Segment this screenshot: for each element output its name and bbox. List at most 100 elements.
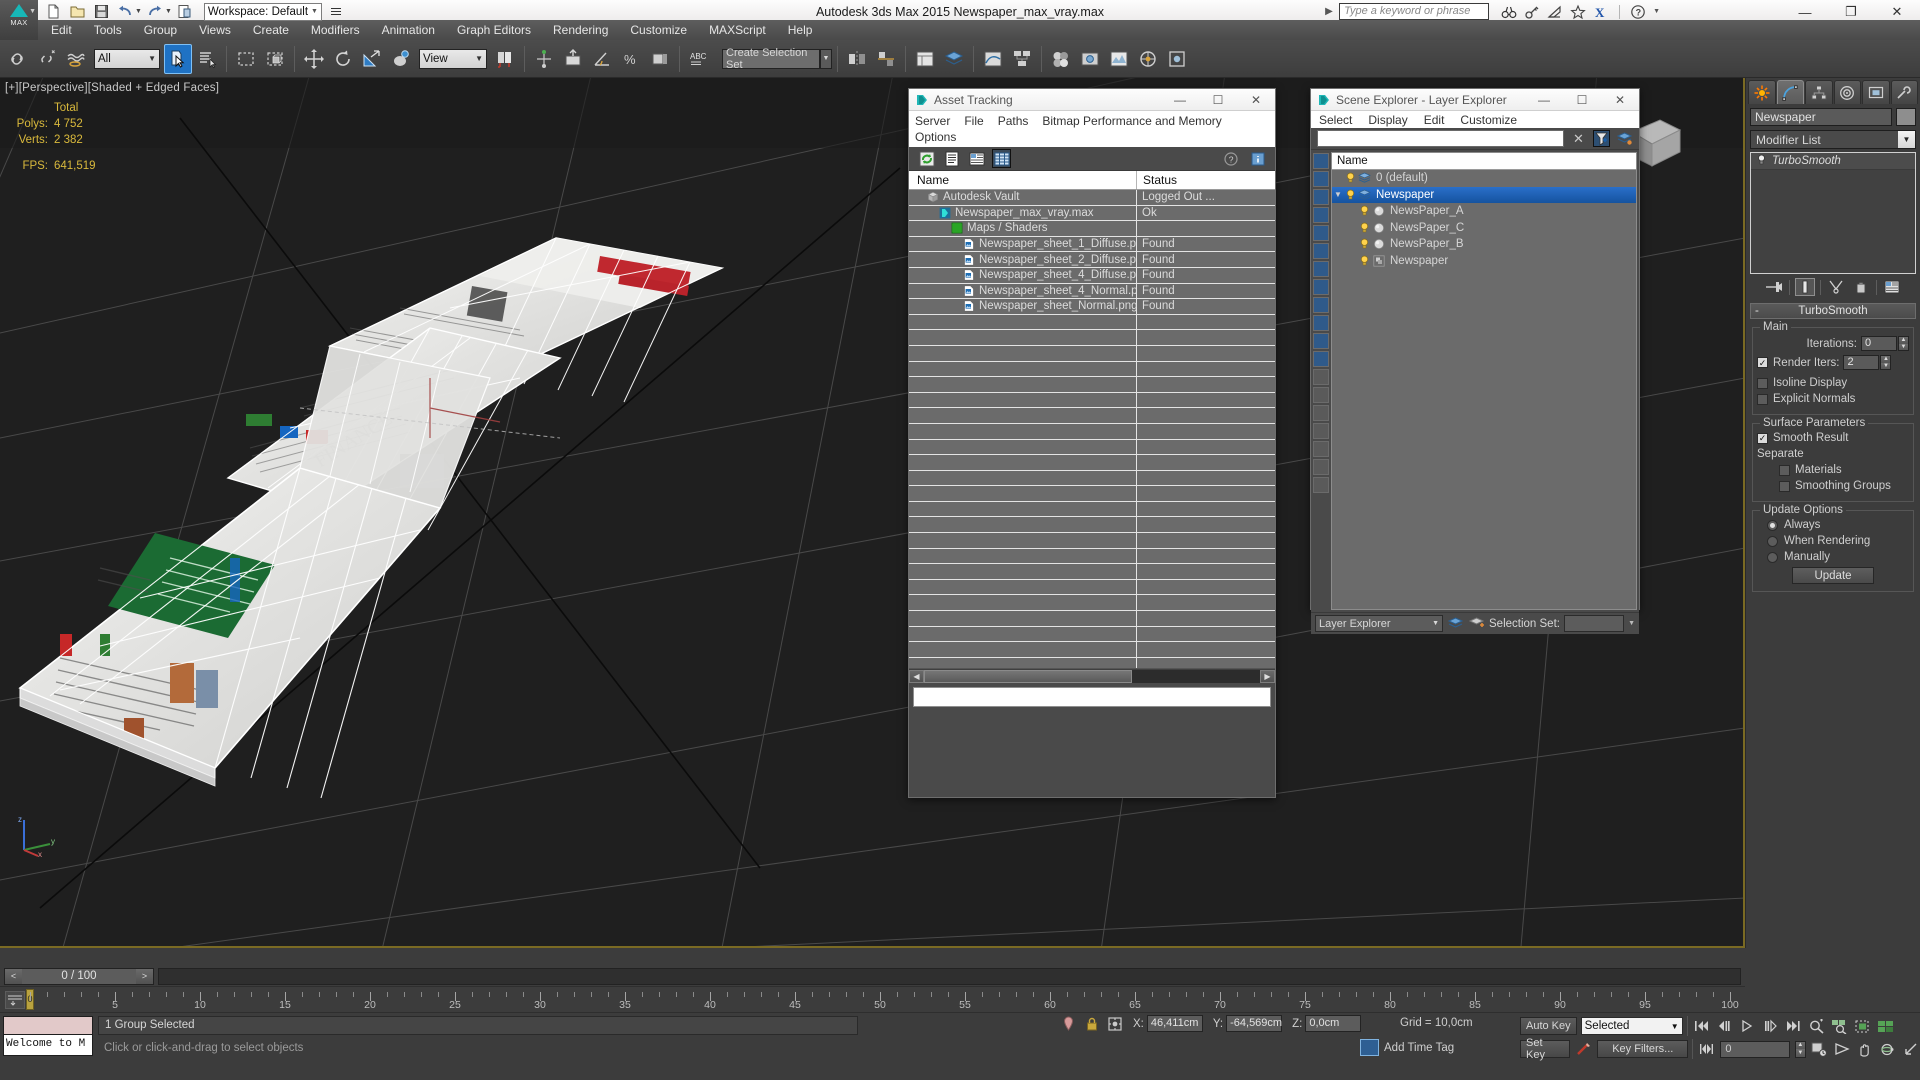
help-icon[interactable]: ?	[1221, 149, 1240, 168]
table-row-empty[interactable]	[909, 564, 1275, 580]
details-icon[interactable]	[967, 149, 986, 168]
satellite-dish-icon[interactable]	[1547, 4, 1563, 20]
menu-group[interactable]: Group	[133, 20, 188, 40]
explicit-normals-checkbox[interactable]	[1757, 393, 1768, 405]
isolate-icon[interactable]	[1313, 459, 1329, 475]
tree-row[interactable]: NewsPaper_A	[1332, 203, 1636, 220]
update-manually-row[interactable]: Manually	[1757, 551, 1909, 563]
time-tag-icon[interactable]	[1360, 1039, 1379, 1056]
spinner-snap-toggle-icon[interactable]	[646, 44, 674, 74]
modify-tab[interactable]	[1776, 80, 1804, 104]
tree-row-selected[interactable]: ▼ Newspaper	[1332, 186, 1636, 203]
use-pivot-point-center-icon[interactable]	[491, 44, 519, 74]
table-row[interactable]: Newspaper_sheet_1_Diffuse.png Found	[909, 236, 1275, 253]
play-icon[interactable]	[1738, 1017, 1757, 1035]
help-icon[interactable]: ?	[1630, 4, 1646, 20]
menu-help[interactable]: Help	[777, 20, 824, 40]
asset-name-cell[interactable]: Newspaper_sheet_4_Normal.png	[909, 283, 1137, 299]
pin-icon[interactable]	[1060, 1015, 1077, 1032]
display-xrefs-icon[interactable]	[1313, 333, 1329, 349]
lightbulb-icon[interactable]	[1358, 255, 1371, 267]
table-row-empty[interactable]	[909, 657, 1275, 668]
help-dropdown-icon[interactable]: ▼	[1653, 8, 1660, 15]
app-menu-dropdown-icon[interactable]: ▼	[29, 8, 36, 15]
key-icon[interactable]	[1524, 4, 1540, 20]
table-row-empty[interactable]	[909, 455, 1275, 471]
maxscript-mini-listener[interactable]: Welcome to M	[3, 1016, 93, 1058]
asset-tracking-hscrollbar[interactable]: ◀ ▶	[909, 668, 1275, 683]
asset-tracking-titlebar[interactable]: Asset Tracking — ☐ ✕	[909, 89, 1275, 111]
next-frame-icon[interactable]	[1761, 1017, 1780, 1035]
rendered-frame-window-icon[interactable]	[1105, 44, 1133, 74]
select-none-icon[interactable]	[1313, 171, 1329, 187]
scene-explorer-search-input[interactable]	[1317, 130, 1564, 147]
utilities-tab[interactable]	[1890, 80, 1918, 104]
materials-checkbox[interactable]	[1779, 464, 1790, 476]
asset-name-cell[interactable]: Newspaper_sheet_Normal.png	[909, 299, 1137, 314]
scroll-left-button[interactable]: ◀	[909, 669, 924, 683]
render-iterative-icon[interactable]	[1163, 44, 1191, 74]
update-when-rendering-radio[interactable]	[1767, 535, 1778, 547]
table-row-empty[interactable]	[909, 423, 1275, 440]
x-field[interactable]: 46,411cm	[1146, 1015, 1203, 1032]
at-col-name[interactable]: Name	[909, 171, 1137, 189]
menu-views[interactable]: Views	[188, 20, 242, 40]
table-row[interactable]: Maps / Shaders	[909, 221, 1275, 237]
configure-modifier-sets-icon[interactable]	[1882, 278, 1902, 296]
render-production-icon[interactable]	[1134, 44, 1162, 74]
table-row-empty[interactable]	[909, 626, 1275, 643]
table-row-empty[interactable]	[909, 439, 1275, 456]
save-icon[interactable]	[90, 2, 112, 21]
render-iters-checkbox[interactable]: ✓	[1757, 357, 1768, 368]
asset-name-cell[interactable]: Newspaper_max_vray.max	[909, 205, 1137, 221]
frame-ruler[interactable]: 0 51015202530354045505560657075808590951…	[26, 987, 1745, 1013]
schematic-view-icon[interactable]	[1008, 44, 1036, 74]
menu-graph-editors[interactable]: Graph Editors	[446, 20, 542, 40]
add-layer-icon[interactable]	[1468, 615, 1485, 632]
scene-explorer-close[interactable]: ✕	[1601, 89, 1639, 111]
lightbulb-icon[interactable]	[1358, 238, 1371, 250]
at-menu-bitmap-performance[interactable]: Bitmap Performance and Memory	[1042, 113, 1221, 129]
table-row-empty[interactable]	[909, 345, 1275, 362]
asset-name-cell[interactable]: Autodesk Vault	[909, 190, 1137, 205]
isoline-display-checkbox[interactable]	[1757, 377, 1768, 389]
menu-animation[interactable]: Animation	[371, 20, 446, 40]
explorer-mode-combo[interactable]: Layer Explorer ▼	[1315, 615, 1443, 632]
render-setup-icon[interactable]	[1076, 44, 1104, 74]
update-manually-radio[interactable]	[1767, 551, 1778, 563]
smooth-result-checkbox[interactable]: ✓	[1757, 432, 1768, 444]
table-row-empty[interactable]	[909, 533, 1275, 549]
project-folder-icon[interactable]	[174, 2, 196, 21]
rectangular-selection-region-icon[interactable]	[232, 44, 260, 74]
maxscript-output-field[interactable]: Welcome to M	[3, 1035, 93, 1056]
pan-icon[interactable]	[1855, 1040, 1874, 1058]
table-row-empty[interactable]	[909, 501, 1275, 518]
create-selection-set-input[interactable]: Create Selection Set	[722, 47, 820, 71]
mirror-icon[interactable]	[843, 44, 871, 74]
scene-explorer-maximize[interactable]: ☐	[1563, 89, 1601, 111]
open-mini-curve-editor-icon[interactable]	[5, 991, 25, 1009]
tree-row[interactable]: Newspaper	[1332, 253, 1636, 270]
selection-set-field[interactable]	[1563, 615, 1625, 632]
object-name-field[interactable]: Newspaper	[1750, 108, 1892, 126]
table-row-empty[interactable]	[909, 595, 1275, 612]
display-geometry-icon[interactable]	[1313, 207, 1329, 223]
lock-icon[interactable]	[1313, 477, 1329, 493]
hierarchy-tab[interactable]	[1805, 80, 1833, 104]
make-unique-icon[interactable]	[1826, 278, 1846, 296]
asset-name-cell[interactable]: Newspaper_sheet_1_Diffuse.png	[909, 236, 1137, 252]
scene-explorer-tree[interactable]: Name 0 (default) ▼ Newspaper NewsPaper_A New…	[1331, 152, 1637, 610]
lightbulb-icon[interactable]	[1358, 205, 1371, 217]
layer-manager-icon[interactable]	[1447, 615, 1464, 632]
zoom-extents-all-icon[interactable]	[1876, 1017, 1895, 1035]
refresh-icon[interactable]	[917, 149, 936, 168]
app-menu-button[interactable]: MAX ▼	[0, 0, 38, 40]
collapse-icon[interactable]: -	[1755, 305, 1759, 317]
menu-modifiers[interactable]: Modifiers	[300, 20, 371, 40]
current-frame-spinner[interactable]: ▲ ▼	[1794, 1040, 1806, 1058]
display-bones-icon[interactable]	[1313, 351, 1329, 367]
scroll-right-button[interactable]: ▶	[1260, 669, 1275, 683]
smoothing-groups-checkbox[interactable]	[1779, 480, 1790, 492]
display-helpers-icon[interactable]	[1313, 279, 1329, 295]
tree-row[interactable]: NewsPaper_C	[1332, 220, 1636, 237]
